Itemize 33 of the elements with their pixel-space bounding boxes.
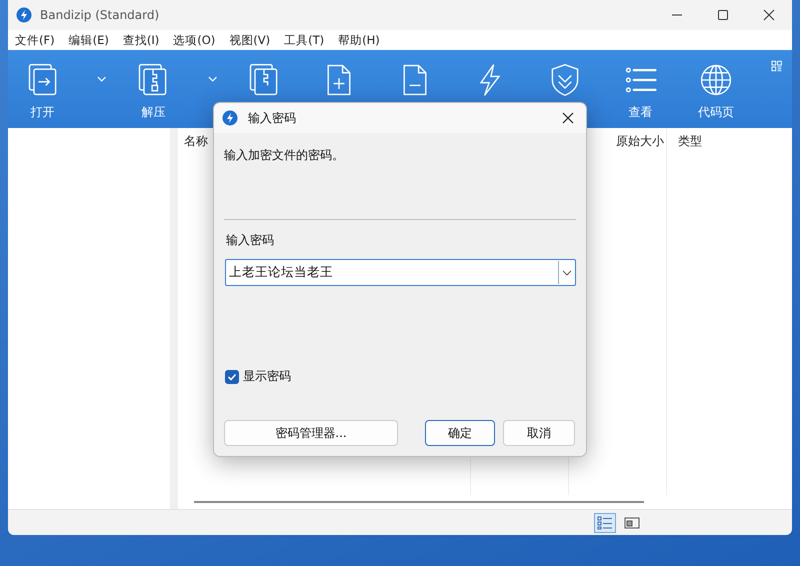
menu-item[interactable]: 文件(F) (15, 32, 55, 48)
cancel-button[interactable]: 取消 (503, 420, 575, 446)
app-logo-icon (16, 7, 32, 23)
menu-item[interactable]: 编辑(E) (68, 32, 109, 48)
toolbar-button[interactable]: 解压 (132, 62, 174, 121)
dialog-message: 输入加密文件的密码。 (224, 147, 345, 164)
toolbar-button[interactable]: 打开 (22, 62, 64, 121)
close-icon[interactable] (562, 112, 574, 124)
field-label: 输入密码 (226, 232, 275, 249)
scrollbar[interactable] (194, 501, 644, 503)
toolbar-button[interactable]: 查看 (620, 62, 662, 121)
menu-item[interactable]: 视图(V) (229, 32, 270, 48)
password-field[interactable]: 上老王论坛当老王 (225, 259, 576, 286)
window-title: Bandizip (Standard) (40, 8, 160, 22)
column-header[interactable]: 原始大小 (614, 132, 674, 150)
checkbox[interactable] (225, 370, 239, 384)
details-view-icon[interactable] (594, 512, 616, 532)
caret-icon[interactable] (97, 76, 107, 82)
menu-item[interactable]: 查找(I) (122, 32, 160, 48)
menu-item[interactable]: 工具(T) (284, 32, 324, 48)
close-icon[interactable] (763, 9, 775, 21)
app-logo-icon (222, 110, 238, 126)
menu-item[interactable]: 选项(O) (173, 32, 216, 48)
toolbar-button[interactable]: 代码页 (695, 62, 737, 121)
password-manager-button[interactable]: 密码管理器... (224, 420, 398, 446)
column-header[interactable]: 类型 (674, 132, 702, 150)
checkbox-label: 显示密码 (243, 368, 291, 385)
dialog-title: 输入密码 (248, 110, 296, 126)
menu-item[interactable]: 帮助(H) (338, 32, 380, 48)
maximize-icon[interactable] (717, 9, 729, 21)
ok-button[interactable]: 确定 (425, 420, 495, 446)
layout-icon[interactable] (770, 60, 782, 72)
caret-icon[interactable] (208, 76, 218, 82)
